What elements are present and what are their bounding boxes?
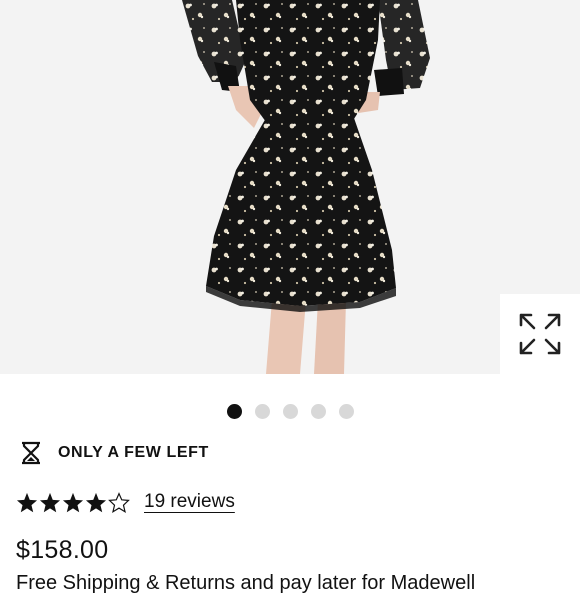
carousel-dot-3[interactable]	[282, 404, 298, 419]
expand-arrows-icon	[519, 313, 561, 355]
star-icon	[85, 492, 107, 512]
product-description-partial: Free Shipping & Returns and pay later fo…	[16, 572, 476, 594]
stock-label: ONLY A FEW LEFT	[58, 444, 209, 461]
star-icon	[39, 492, 61, 512]
carousel-dot-1[interactable]	[226, 404, 242, 419]
product-image[interactable]	[0, 0, 580, 374]
carousel-dot-2[interactable]	[254, 404, 270, 419]
dress-illustration	[0, 0, 580, 374]
carousel-dot-5[interactable]	[338, 404, 354, 419]
rating-row: 19 reviews	[16, 487, 235, 517]
star-icon	[16, 492, 38, 512]
carousel-dot-4[interactable]	[310, 404, 326, 419]
star-outline-icon	[108, 491, 130, 513]
star-icon	[62, 492, 84, 512]
stock-status: ONLY A FEW LEFT	[20, 440, 209, 466]
product-price: $158.00	[16, 536, 109, 564]
reviews-link[interactable]: 19 reviews	[144, 491, 235, 513]
expand-image-button[interactable]	[500, 294, 580, 374]
star-rating	[16, 491, 130, 513]
hourglass-icon	[22, 441, 40, 465]
image-carousel-dots	[0, 404, 580, 422]
